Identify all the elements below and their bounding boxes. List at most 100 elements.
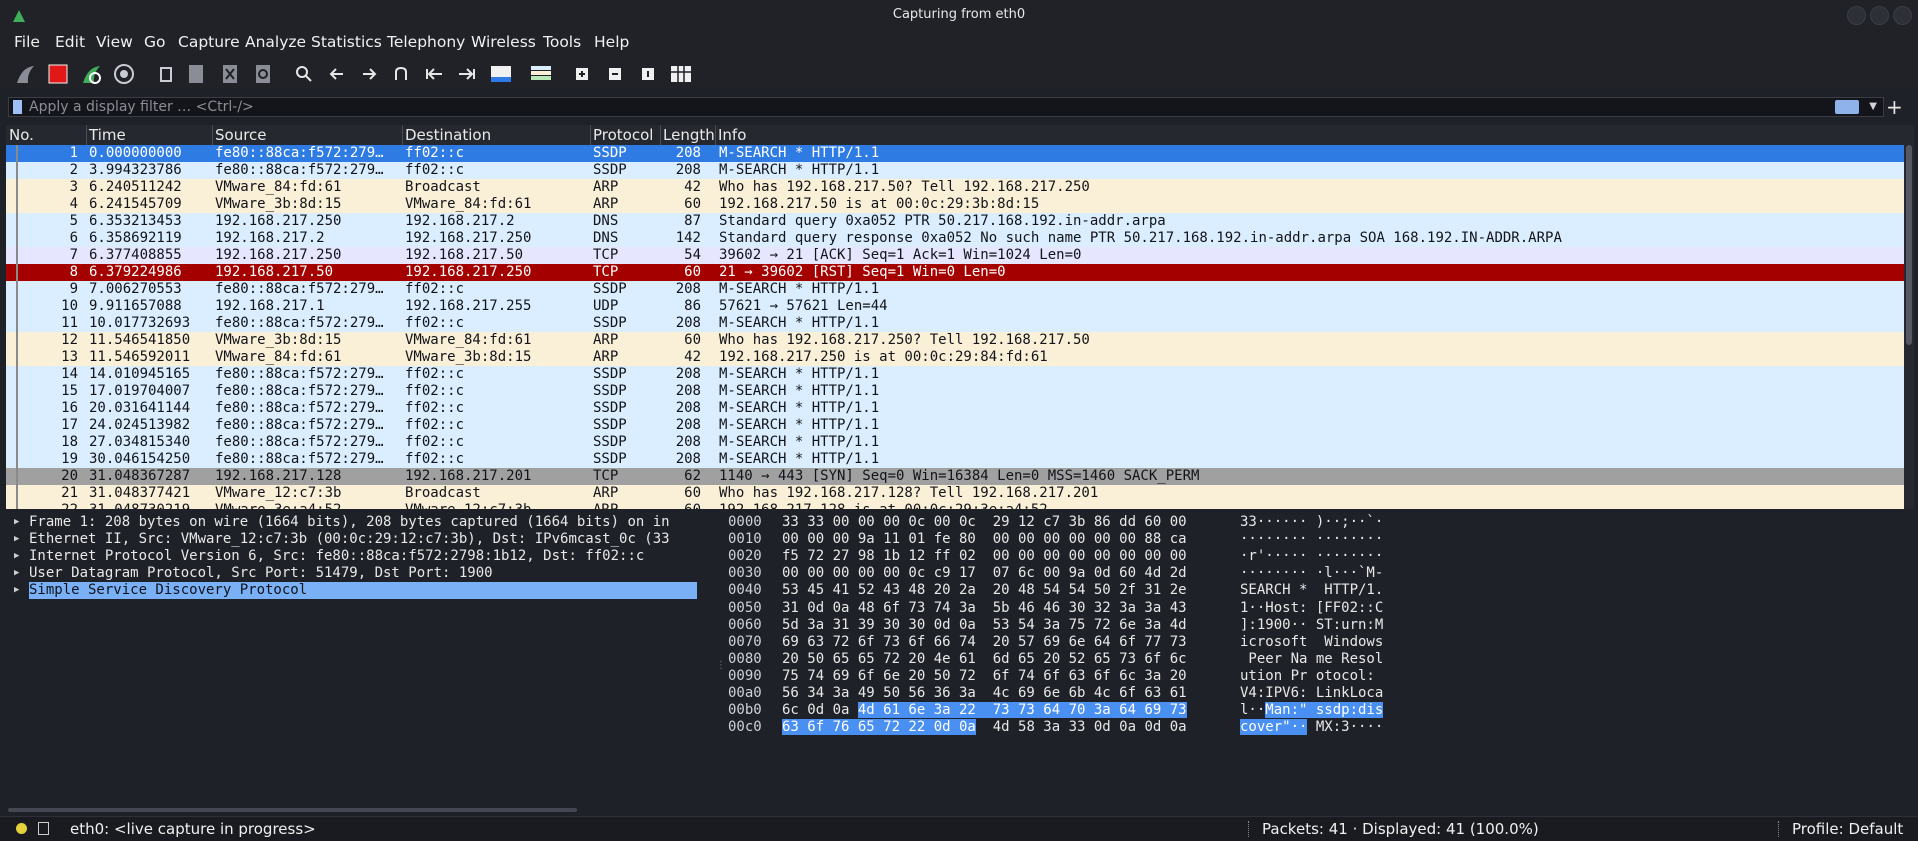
table-row[interactable]: 6 6.358692119 192.168.217.2 192.168.217.250… — [6, 230, 1904, 247]
menu-go[interactable]: Go — [144, 33, 166, 51]
detail-tree-item[interactable]: ▶ Frame 1: 208 bytes on wire (1664 bits),… — [6, 514, 713, 531]
maximize-button[interactable] — [1870, 6, 1889, 25]
expand-triangle-icon[interactable]: ▶ — [14, 531, 19, 548]
menu-telephony[interactable]: Telephony — [387, 33, 465, 51]
menu-help[interactable]: Help — [594, 33, 629, 51]
menu-analyze[interactable]: Analyze — [245, 33, 306, 51]
hex-offset: 0040 — [728, 582, 762, 599]
expert-info-led-icon[interactable] — [16, 823, 27, 834]
table-row[interactable]: 19 30.046154250 fe80::88ca:f572:279… ff02::… — [6, 451, 1904, 468]
zoom-out-icon[interactable] — [603, 62, 627, 86]
column-header-time[interactable]: Time — [89, 126, 126, 144]
menu-wireless[interactable]: Wireless — [471, 33, 536, 51]
minimize-button[interactable] — [1847, 6, 1866, 25]
status-profile[interactable]: Profile: Default — [1792, 820, 1903, 838]
table-row[interactable]: 5 6.353213453 192.168.217.250 192.168.217.2… — [6, 213, 1904, 230]
hex-bytes-plain: 56 34 3a 49 50 56 36 3a 4c 69 6e 6b 4c 6… — [782, 685, 1187, 701]
menu-statistics[interactable]: Statistics — [311, 33, 382, 51]
scrollbar-thumb[interactable] — [1906, 145, 1912, 345]
expand-triangle-icon[interactable]: ▶ — [14, 582, 19, 599]
close-file-icon[interactable] — [218, 62, 242, 86]
go-to-packet-icon[interactable] — [389, 62, 413, 86]
table-row[interactable]: 11 10.017732693 fe80::88ca:f572:279… ff02::… — [6, 315, 1904, 332]
colorize-icon[interactable] — [529, 62, 553, 86]
go-last-icon[interactable] — [455, 62, 479, 86]
apply-filter-arrow-icon[interactable] — [1835, 100, 1859, 114]
detail-tree-item[interactable]: ▶ Ethernet II, Src: VMware_12:c7:3b (00:0… — [6, 531, 713, 548]
table-row[interactable]: 7 6.377408855 192.168.217.250 192.168.217.5… — [6, 247, 1904, 264]
detail-tree-item[interactable]: ▶ Internet Protocol Version 6, Src: fe80:… — [6, 548, 713, 565]
table-row[interactable]: 8 6.379224986 192.168.217.50 192.168.217.25… — [6, 264, 1904, 281]
find-packet-icon[interactable] — [292, 62, 316, 86]
column-header-protocol[interactable]: Protocol — [593, 126, 653, 144]
stop-icon[interactable] — [46, 62, 70, 86]
detail-tree-item[interactable]: ▶ Simple Service Discovery Protocol — [6, 582, 713, 599]
column-header-length[interactable]: Length — [663, 126, 715, 144]
close-button[interactable] — [1893, 6, 1912, 25]
table-row[interactable]: 2 3.994323786 fe80::88ca:f572:279… ff02::c S… — [6, 162, 1904, 179]
expand-triangle-icon[interactable]: ▶ — [14, 565, 19, 582]
table-row[interactable]: 12 11.546541850 VMware_3b:8d:15 VMware_84:f… — [6, 332, 1904, 349]
cell-protocol: SSDP — [593, 383, 627, 399]
reload-file-icon[interactable] — [251, 62, 275, 86]
hex-offset: 0010 — [728, 531, 762, 548]
shark-fin-start-icon[interactable] — [13, 62, 37, 86]
go-first-icon[interactable] — [422, 62, 446, 86]
column-header-destination[interactable]: Destination — [405, 126, 491, 144]
table-row[interactable]: 16 20.031641144 fe80::88ca:f572:279… ff02::… — [6, 400, 1904, 417]
open-file-icon[interactable] — [155, 62, 179, 86]
menu-view[interactable]: View — [96, 33, 133, 51]
cell-protocol: ARP — [593, 485, 619, 501]
restart-capture-icon[interactable] — [79, 62, 103, 86]
table-row[interactable]: 13 11.546592011 VMware_84:fd:61 VMware_3b:8… — [6, 349, 1904, 366]
menu-edit[interactable]: Edit — [55, 33, 85, 51]
table-row[interactable]: 9 7.006270553 fe80::88ca:f572:279… ff02::c S… — [6, 281, 1904, 298]
cell-source: fe80::88ca:f572:279… — [215, 315, 384, 331]
table-row[interactable]: 1 0.000000000 fe80::88ca:f572:279… ff02::c S… — [6, 145, 1904, 162]
menu-tools[interactable]: Tools — [543, 33, 581, 51]
zoom-in-icon[interactable] — [570, 62, 594, 86]
column-header-info[interactable]: Info — [718, 126, 746, 144]
table-row[interactable]: 15 17.019704007 fe80::88ca:f572:279… ff02::… — [6, 383, 1904, 400]
cell-protocol: SSDP — [593, 400, 627, 416]
cell-length: 208 — [675, 383, 701, 399]
normal-size-icon[interactable] — [636, 62, 660, 86]
menu-capture[interactable]: Capture — [178, 33, 240, 51]
go-forward-icon[interactable] — [357, 62, 381, 86]
hex-ascii: icrosoft Windows — [1240, 634, 1383, 651]
packet-list-scrollbar[interactable] — [1904, 125, 1914, 509]
detail-tree-item[interactable]: ▶ User Datagram Protocol, Src Port: 51479… — [6, 565, 713, 582]
table-row[interactable]: 21 31.048377421 VMware_12:c7:3b Broadcast AR… — [6, 485, 1904, 502]
display-filter-input[interactable] — [29, 98, 1829, 116]
column-header-source[interactable]: Source — [215, 126, 267, 144]
cell-protocol: ARP — [593, 196, 619, 212]
hex-bytes-plain: 69 63 72 6f 73 6f 66 74 20 57 69 6e 64 6… — [782, 633, 1187, 650]
go-back-icon[interactable] — [325, 62, 349, 86]
table-row[interactable]: 10 9.911657088 192.168.217.1 192.168.217.25… — [6, 298, 1904, 315]
table-row[interactable]: 17 24.024513982 fe80::88ca:f572:279… ff02::… — [6, 417, 1904, 434]
filter-dropdown-chevron-icon[interactable]: ▼ — [1869, 101, 1877, 112]
resize-columns-icon[interactable] — [669, 62, 693, 86]
capture-options-icon[interactable] — [112, 62, 136, 86]
table-row[interactable]: 20 31.048367287 192.168.217.128 192.168.217… — [6, 468, 1904, 485]
expand-triangle-icon[interactable]: ▶ — [14, 514, 19, 531]
save-file-icon[interactable] — [184, 62, 208, 86]
table-row[interactable]: 4 6.241545709 VMware_3b:8d:15 VMware_84:fd:… — [6, 196, 1904, 213]
cell-length: 60 — [651, 502, 701, 509]
add-filter-button-plus-icon[interactable]: + — [1886, 95, 1903, 119]
cell-source: 192.168.217.1 — [215, 298, 325, 314]
packet-bytes-pane: 0000 33 33 00 00 00 0c 00 0c 29 12 c7 3b … — [722, 510, 1918, 814]
pane-splitter-handle[interactable]: ⋮ — [716, 660, 726, 674]
table-row[interactable]: 3 6.240511242 VMware_84:fd:61 Broadcast ARP 4… — [6, 179, 1904, 196]
table-row[interactable]: 14 14.010945165 fe80::88ca:f572:279… ff02::… — [6, 366, 1904, 383]
details-horizontal-scrollbar[interactable] — [8, 808, 577, 812]
autoscroll-icon[interactable] — [489, 62, 513, 86]
table-row[interactable]: 18 27.034815340 fe80::88ca:f572:279… ff02::… — [6, 434, 1904, 451]
table-row[interactable]: 22 31.048730219 VMware_3e:a4:52 VMware_12:c… — [6, 502, 1904, 509]
bookmark-icon[interactable] — [13, 100, 22, 114]
cell-info: 192.168.217.128 is at 00:0c:29:3e:a4:52 — [719, 502, 1048, 509]
capture-comment-icon[interactable] — [38, 822, 49, 835]
column-header-no[interactable]: No. — [9, 126, 34, 144]
expand-triangle-icon[interactable]: ▶ — [14, 548, 19, 565]
menu-file[interactable]: File — [14, 33, 40, 51]
